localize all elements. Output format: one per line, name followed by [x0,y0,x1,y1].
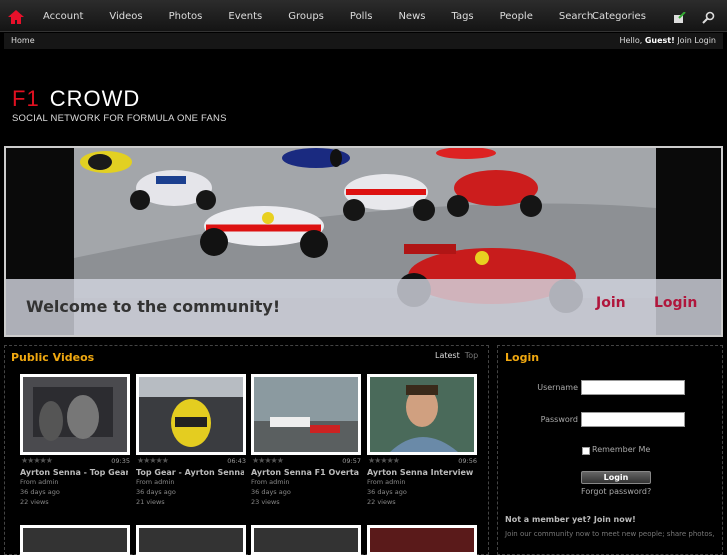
search-icon[interactable] [702,11,715,24]
rating-stars: ★★★★★ [252,456,284,465]
video-thumbnail[interactable] [367,525,477,555]
video-duration: 09:35 [111,457,130,465]
video-duration: 09:57 [342,457,361,465]
video-views: 21 views [136,498,165,506]
site-logo[interactable]: F1 CROWD SOCIAL NETWORK FOR FORMULA ONE F… [12,86,227,124]
rating-stars: ★★★★★ [137,456,169,465]
video-title[interactable]: Ayrton Senna - Top Gear Tri [20,468,128,477]
nav-item-tags[interactable]: Tags [438,0,486,32]
login-heading: Login [505,351,540,364]
video-views: 23 views [251,498,280,506]
video-card[interactable]: ★★★★★ 09:57 Ayrton Senna F1 Overtakes Fro… [251,374,361,507]
home-icon[interactable] [6,8,26,26]
nav-item-polls[interactable]: Polls [337,0,386,32]
remember-me-checkbox[interactable] [582,447,590,455]
video-card[interactable]: ★★★★★ 09:35 Ayrton Senna - Top Gear Tri F… [20,374,130,507]
nav-item-groups[interactable]: Groups [275,0,337,32]
video-thumbnail[interactable] [251,525,361,555]
video-author: From admin [367,478,406,486]
password-label: Password [540,415,578,424]
guest-name: Guest! [644,36,675,45]
username-input[interactable] [581,380,685,395]
rating-stars: ★★★★★ [368,456,400,465]
password-input[interactable] [581,412,685,427]
banner-join-link[interactable]: Join [596,295,626,311]
video-age: 36 days ago [136,488,176,496]
video-duration: 09:56 [458,457,477,465]
welcome-message: Welcome to the community! [26,297,281,316]
video-author: From admin [136,478,175,486]
hello-label: Hello, [619,36,643,45]
public-videos-panel: Public Videos Latest Top ★★★★★ 09:35 Ayrto… [4,345,489,555]
video-age: 36 days ago [251,488,291,496]
video-author: From admin [20,478,59,486]
hero-banner: Welcome to the community! Join Login [4,146,723,337]
video-age: 36 days ago [20,488,60,496]
rss-feed-icon[interactable] [674,12,686,23]
video-thumbnail[interactable] [136,525,246,555]
video-title[interactable]: Ayrton Senna F1 Overtakes [251,468,359,477]
nav-item-events[interactable]: Events [215,0,275,32]
nav-item-photos[interactable]: Photos [156,0,216,32]
video-thumbnail[interactable] [251,374,361,455]
logo-crowd: CROWD [49,86,141,111]
user-status-bar: Home Hello, Guest! Join Login [4,33,723,49]
video-thumbnail[interactable] [20,374,130,455]
user-greeting: Hello, Guest! Join Login [619,33,716,49]
video-thumbnail[interactable] [367,374,477,455]
welcome-strip: Welcome to the community! Join Login [6,279,721,335]
banner-login-link[interactable]: Login [654,295,697,311]
remember-me-label: Remember Me [592,445,651,454]
not-member-heading: Not a member yet? Join now! [505,515,636,524]
public-videos-heading: Public Videos [11,351,95,364]
login-panel: Login Username Password Remember Me Logi… [497,345,723,555]
header-join-link[interactable]: Join [677,36,692,45]
join-invite-text: Join our community now to meet new peopl… [505,530,715,538]
nav-item-videos[interactable]: Videos [96,0,155,32]
logo-tagline: SOCIAL NETWORK FOR FORMULA ONE FANS [12,113,227,124]
nav-item-account[interactable]: Account [30,0,96,32]
video-age: 36 days ago [367,488,407,496]
logo-f1: F1 [12,86,40,111]
tab-top[interactable]: Top [465,351,479,360]
header-login-link[interactable]: Login [694,36,716,45]
video-card[interactable]: ★★★★★ 06:43 Top Gear - Ayrton Senna Tri F… [136,374,246,507]
tab-latest[interactable]: Latest [435,351,460,360]
video-duration: 06:43 [227,457,246,465]
login-button[interactable]: Login [581,471,651,484]
video-title[interactable]: Top Gear - Ayrton Senna Tri [136,468,244,477]
video-thumbnail[interactable] [136,374,246,455]
top-navigation-bar: Account Videos Photos Events Groups Poll… [0,0,727,32]
video-views: 22 views [20,498,49,506]
video-author: From admin [251,478,290,486]
rating-stars: ★★★★★ [21,456,53,465]
nav-item-categories[interactable]: Categories [592,0,646,34]
video-thumbnail[interactable] [20,525,130,555]
breadcrumb-home[interactable]: Home [11,33,35,49]
video-card[interactable]: ★★★★★ 09:56 Ayrton Senna Interview - Ro F… [367,374,477,507]
forgot-password-link[interactable]: Forgot password? [581,487,651,496]
nav-item-people[interactable]: People [487,0,546,32]
video-title[interactable]: Ayrton Senna Interview - Ro [367,468,475,477]
nav-item-news[interactable]: News [385,0,438,32]
username-label: Username [537,383,578,392]
video-views: 22 views [367,498,396,506]
